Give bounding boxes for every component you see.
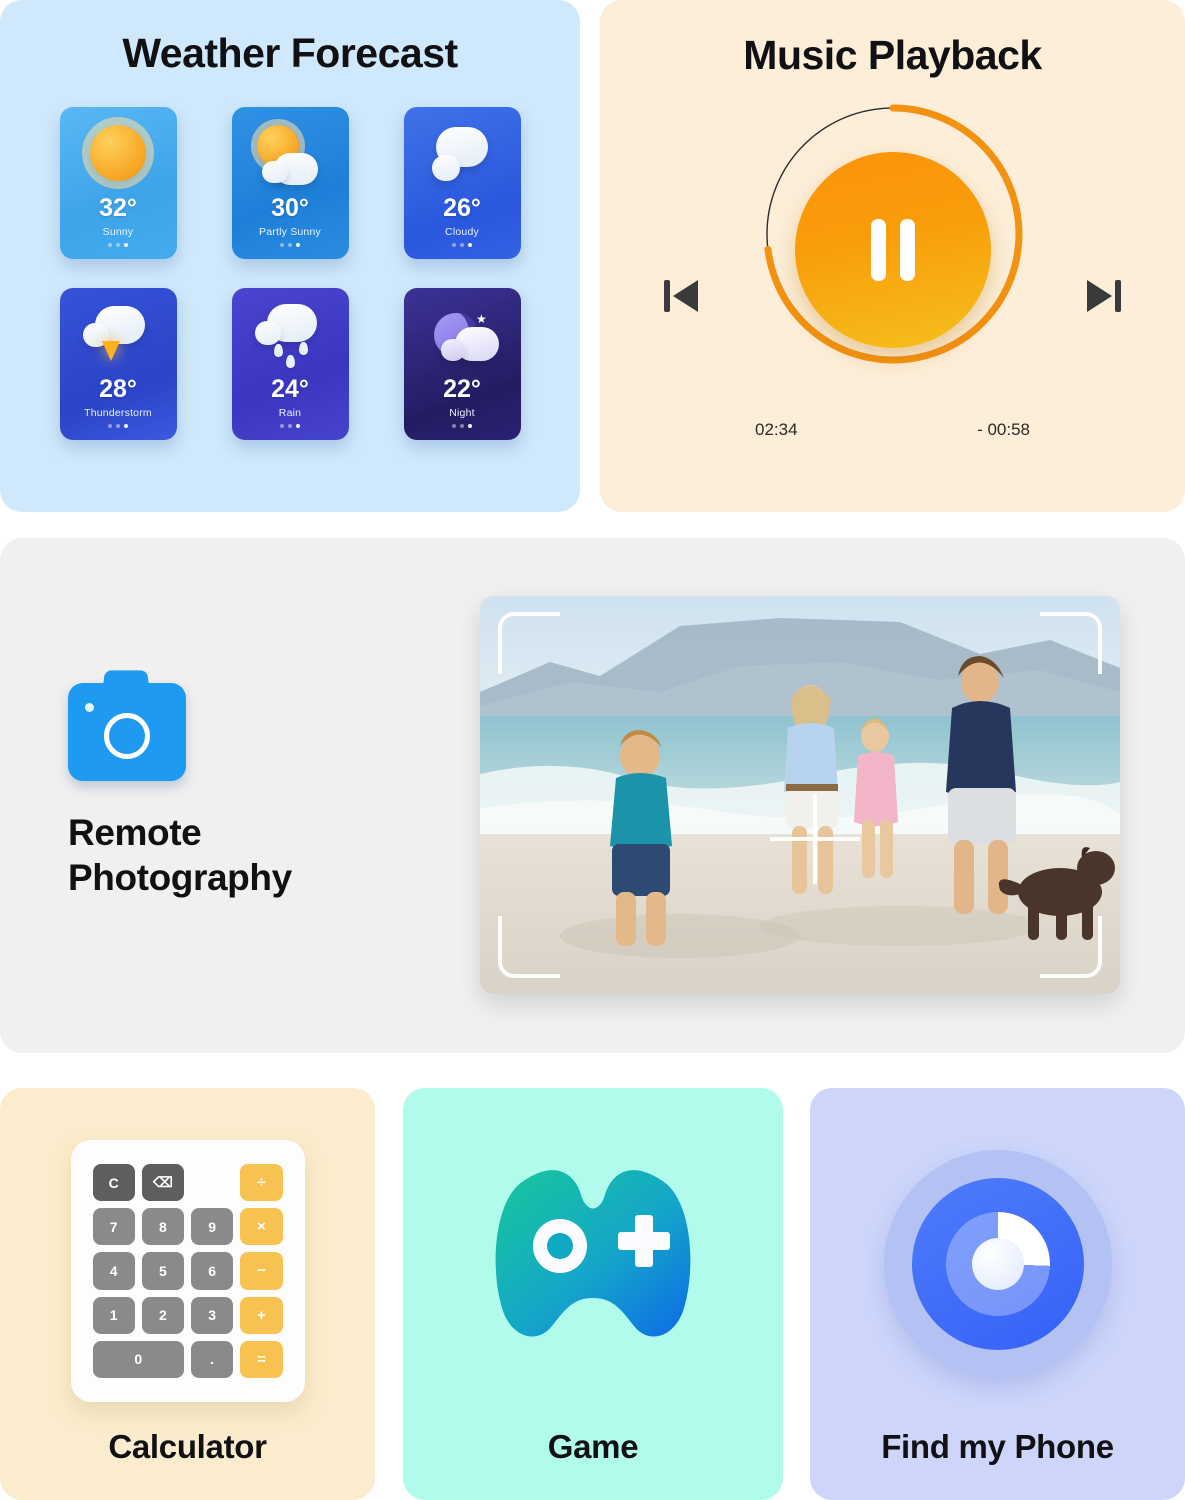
calc-key-zero[interactable]: 0 — [92, 1340, 184, 1378]
camera-preview[interactable] — [480, 596, 1120, 994]
feature-overview-page: Weather Forecast 32° Sunny 30° Partly Su… — [0, 0, 1185, 1500]
calculator-keypad: C ⌫ ÷ 7 8 9 × 4 5 6 − 1 2 3 + 0 . = — [70, 1140, 305, 1402]
weather-temperature: 30° — [271, 194, 309, 222]
calc-key-divide[interactable]: ÷ — [240, 1164, 283, 1202]
page-dots — [280, 424, 300, 428]
skip-previous-icon — [664, 280, 698, 312]
weather-card-grid: 32° Sunny 30° Partly Sunny 26° Cloudy 28… — [0, 107, 580, 440]
weather-condition: Night — [449, 407, 475, 419]
thunderstorm-icon — [60, 293, 177, 375]
star-icon: ★ — [476, 311, 487, 326]
calc-key-three[interactable]: 3 — [191, 1296, 234, 1334]
previous-track-button[interactable] — [652, 267, 710, 325]
find-my-phone-tile[interactable]: Find my Phone — [810, 1088, 1185, 1500]
calc-key-two[interactable]: 2 — [141, 1296, 184, 1334]
viewfinder-corner-top-left — [498, 612, 560, 674]
weather-card-thunderstorm[interactable]: 28° Thunderstorm — [59, 288, 177, 440]
sun-icon — [60, 112, 177, 194]
weather-card-night[interactable]: ★ 22° Night — [403, 288, 521, 440]
remaining-time: - 00:58 — [977, 420, 1030, 439]
camera-icon — [68, 683, 186, 781]
calc-key-nine[interactable]: 9 — [191, 1208, 234, 1246]
elapsed-time: 02:34 — [755, 420, 798, 439]
weather-forecast-panel: Weather Forecast 32° Sunny 30° Partly Su… — [0, 0, 580, 512]
skip-next-icon — [1087, 280, 1121, 312]
calc-key-minus[interactable]: − — [240, 1252, 283, 1290]
weather-condition: Cloudy — [445, 226, 479, 238]
remote-photography-label-line1: Remote — [68, 812, 202, 853]
remote-photography-panel: Remote Photography — [0, 538, 1185, 1053]
viewfinder-corner-bottom-right — [1040, 916, 1102, 978]
calculator-label: Calculator — [108, 1428, 267, 1465]
page-dots — [108, 424, 128, 428]
music-playback-panel: Music Playback 02:34 - 00:58 — [600, 0, 1185, 512]
calc-key-four[interactable]: 4 — [92, 1252, 135, 1290]
game-label: Game — [547, 1428, 639, 1465]
find-my-phone-label: Find my Phone — [881, 1428, 1114, 1465]
remote-photography-label: Remote Photography — [68, 810, 292, 900]
page-title-weather: Weather Forecast — [122, 30, 458, 76]
weather-temperature: 32° — [99, 194, 137, 222]
camera-flash-dot — [85, 703, 94, 712]
weather-card-rain[interactable]: 24° Rain — [231, 288, 349, 440]
calc-key-clear[interactable]: C — [92, 1164, 135, 1202]
camera-lens — [104, 712, 150, 759]
calc-key-backspace[interactable]: ⌫ — [141, 1164, 184, 1202]
calc-key-five[interactable]: 5 — [141, 1252, 184, 1290]
playback-times: 02:34 - 00:58 — [600, 420, 1185, 440]
weather-temperature: 26° — [443, 194, 481, 222]
radar-ring-mid — [911, 1178, 1084, 1350]
radar-center-dot — [971, 1238, 1024, 1290]
weather-condition: Rain — [278, 407, 302, 419]
weather-card-sunny[interactable]: 32° Sunny — [59, 107, 177, 259]
weather-condition: Partly Sunny — [259, 226, 321, 238]
sun-behind-cloud-icon — [232, 112, 349, 194]
page-dots — [452, 243, 472, 247]
calculator-tile[interactable]: C ⌫ ÷ 7 8 9 × 4 5 6 − 1 2 3 + 0 . = Calc… — [0, 1088, 375, 1500]
pause-bar-left — [870, 219, 886, 281]
game-tile[interactable]: Game — [403, 1088, 783, 1500]
moon-cloud-icon: ★ — [404, 293, 521, 375]
calc-key-six[interactable]: 6 — [191, 1252, 234, 1290]
calc-key-plus[interactable]: + — [240, 1296, 283, 1334]
weather-temperature: 28° — [99, 375, 137, 403]
calc-key-multiply[interactable]: × — [240, 1208, 283, 1246]
page-dots — [108, 243, 128, 247]
calc-key-eight[interactable]: 8 — [141, 1208, 184, 1246]
gamepad-icon — [478, 1160, 708, 1360]
weather-temperature: 22° — [443, 375, 481, 403]
weather-temperature: 24° — [271, 375, 309, 403]
viewfinder-corner-top-right — [1040, 612, 1102, 674]
pause-bar-right — [899, 219, 915, 281]
viewfinder-corner-bottom-left — [498, 916, 560, 978]
calc-key-one[interactable]: 1 — [92, 1296, 135, 1334]
weather-card-cloudy[interactable]: 26° Cloudy — [403, 107, 521, 259]
rain-cloud-icon — [232, 293, 349, 375]
radar-sweep — [945, 1212, 1050, 1316]
play-pause-button[interactable] — [794, 152, 991, 348]
calc-key-seven[interactable]: 7 — [92, 1208, 135, 1246]
weather-condition: Sunny — [102, 226, 134, 238]
remote-photography-label-line2: Photography — [68, 857, 292, 899]
cloud-icon — [404, 112, 521, 194]
music-controls — [600, 85, 1185, 415]
focus-crosshair — [770, 794, 860, 884]
next-track-button[interactable] — [1075, 267, 1133, 325]
weather-card-partly-sunny[interactable]: 30° Partly Sunny — [231, 107, 349, 259]
page-dots — [280, 243, 300, 247]
weather-condition: Thunderstorm — [84, 407, 152, 419]
calc-key-decimal[interactable]: . — [191, 1340, 234, 1378]
calc-key-equals[interactable]: = — [240, 1340, 283, 1378]
page-dots — [452, 424, 472, 428]
page-title-music: Music Playback — [743, 32, 1042, 78]
gamepad-svg — [495, 1170, 691, 1337]
radar-icon — [883, 1150, 1112, 1378]
